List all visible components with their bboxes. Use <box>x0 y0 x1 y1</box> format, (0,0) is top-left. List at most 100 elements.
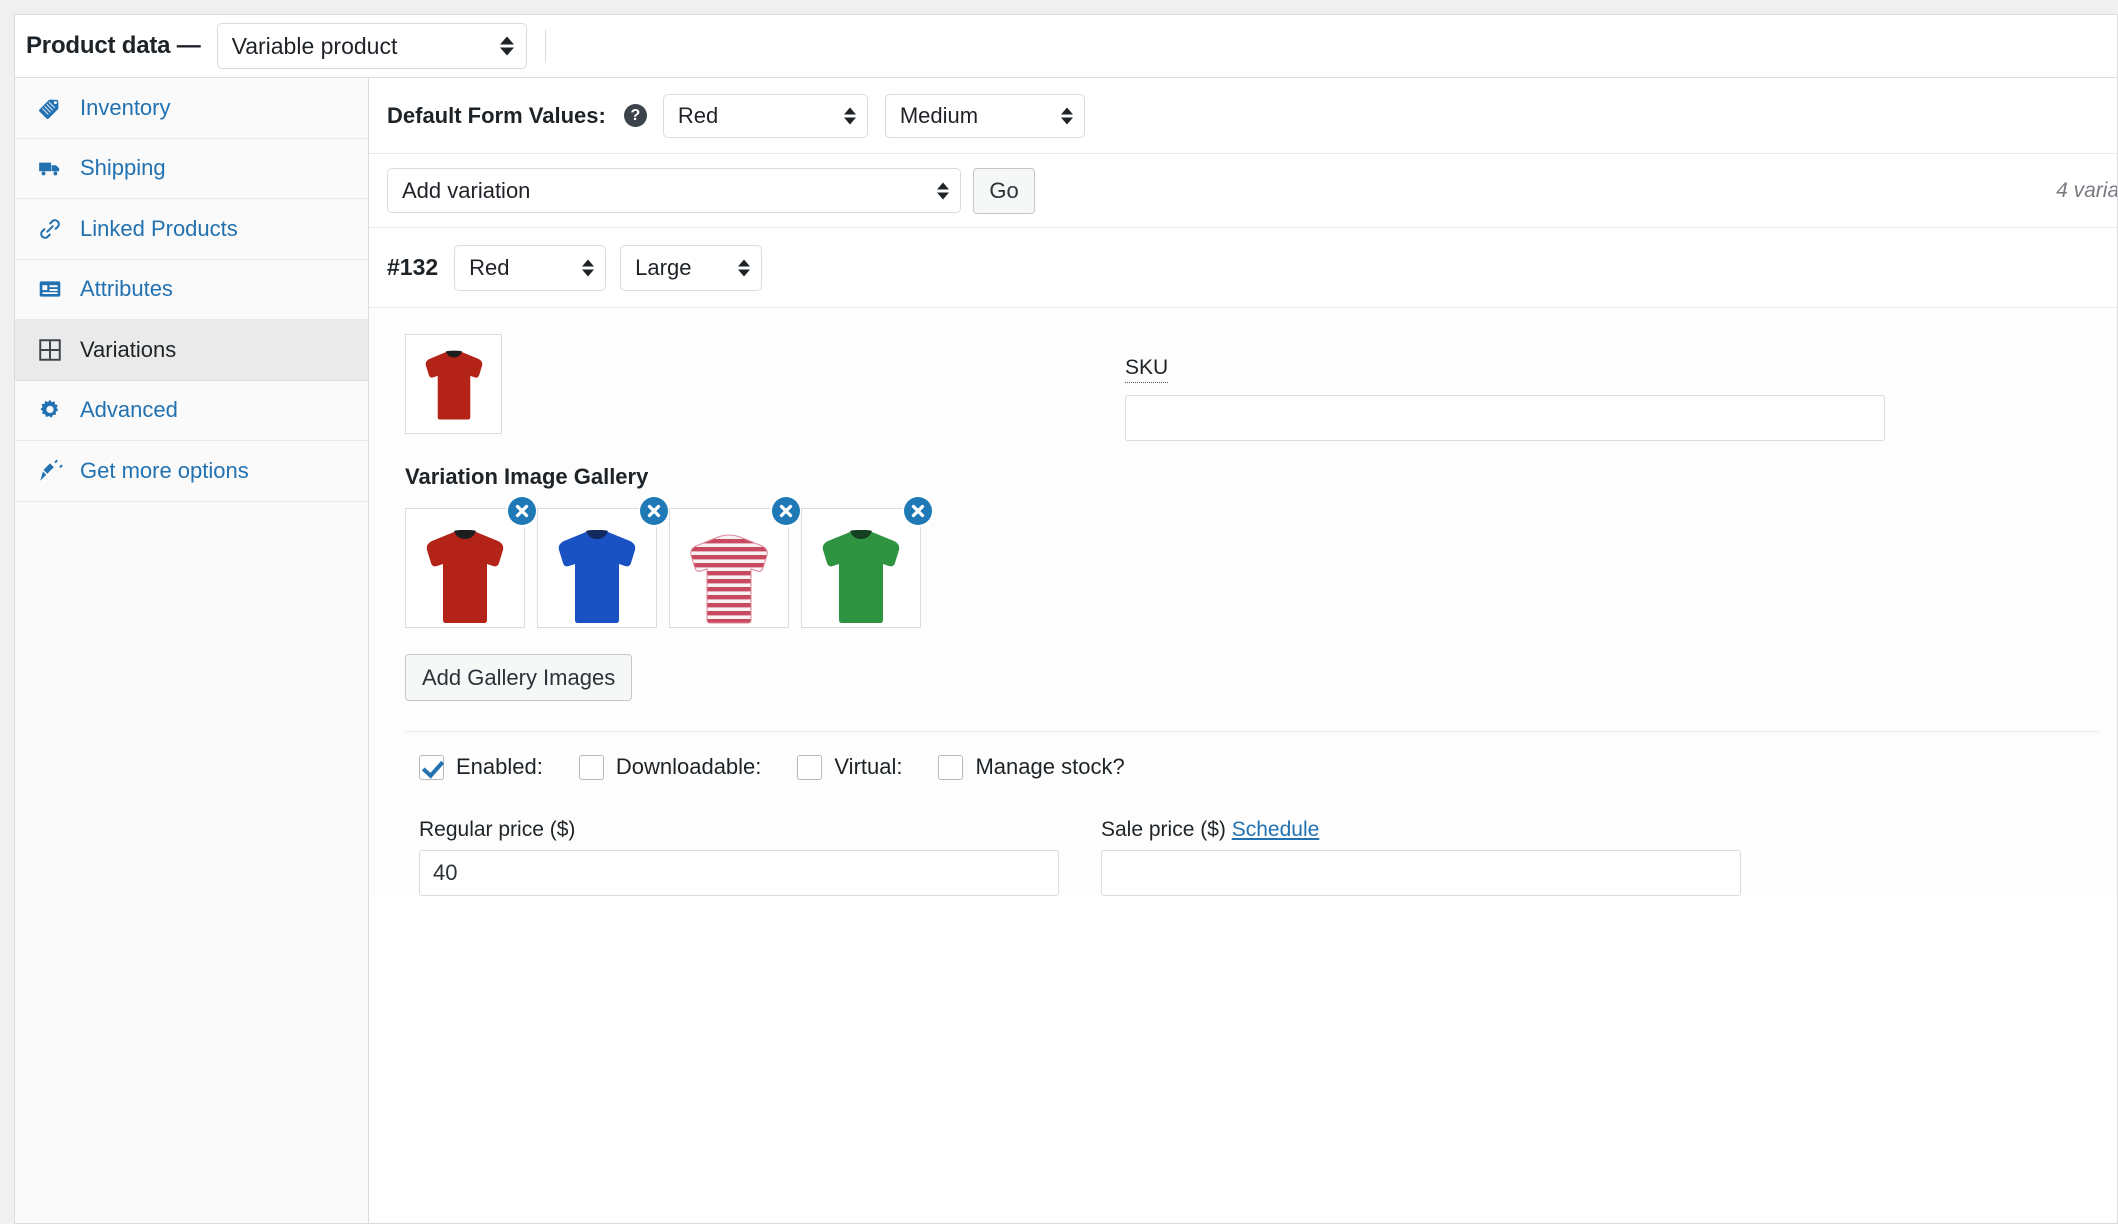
sidebar-item-advanced[interactable]: Advanced <box>15 381 368 441</box>
product-type-select[interactable]: Variable product <box>216 23 527 69</box>
chevron-updown-icon <box>738 259 751 276</box>
chevron-updown-icon <box>499 36 514 56</box>
downloadable-label: Downloadable: <box>615 754 762 779</box>
default-attribute-1-value: Red <box>677 102 719 128</box>
variation-image-gallery <box>405 497 1095 628</box>
manage-stock-checkbox-group: Manage stock? <box>938 754 1125 780</box>
variation-details: Variation Image Gallery Add Gallery Imag… <box>369 308 2117 896</box>
virtual-checkbox-group: Virtual: <box>797 754 902 780</box>
variation-header-row: #132 Red Large <box>369 228 2117 308</box>
sale-price-label-text: Sale price ($) <box>1101 818 1226 841</box>
truck-icon <box>37 155 63 181</box>
chevron-updown-icon <box>1060 107 1073 124</box>
sidebar-item-label: Inventory <box>80 94 171 120</box>
add-variation-value: Add variation <box>402 177 531 203</box>
variation-attribute-2-value: Large <box>635 254 692 280</box>
gallery-thumbnail-green-tshirt[interactable] <box>801 508 921 628</box>
striped-red-tshirt-icon <box>690 534 768 624</box>
remove-icon[interactable] <box>904 497 932 525</box>
link-icon <box>37 216 63 242</box>
variations-panel: Default Form Values: ? Red Medium Add va… <box>369 78 2117 1223</box>
blue-tshirt-icon <box>558 530 636 623</box>
gallery-thumbnail-red-tshirt[interactable] <box>405 508 525 628</box>
variation-left-column: Variation Image Gallery Add Gallery Imag… <box>405 334 1095 701</box>
enabled-checkbox-group: Enabled: <box>419 754 543 780</box>
add-variation-toolbar: Add variation Go 4 variation <box>369 154 2117 228</box>
gallery-thumbnail-blue-tshirt[interactable] <box>537 508 657 628</box>
sidebar-item-attributes[interactable]: Attributes <box>15 260 368 320</box>
green-tshirt-icon <box>822 530 900 623</box>
page-title: Product data — <box>26 32 201 59</box>
remove-icon[interactable] <box>772 497 800 525</box>
sidebar-item-shipping[interactable]: Shipping <box>15 139 368 199</box>
add-variation-select[interactable]: Add variation <box>387 168 961 213</box>
sale-price-input[interactable] <box>1101 850 1741 896</box>
sidebar-item-label: Get more options <box>80 457 249 483</box>
sidebar-item-get-more-options[interactable]: Get more options <box>15 441 368 502</box>
gear-icon <box>37 397 63 423</box>
header-divider <box>544 29 546 63</box>
chevron-updown-icon <box>582 259 595 276</box>
virtual-checkbox[interactable] <box>797 754 823 780</box>
remove-icon[interactable] <box>640 497 668 525</box>
add-gallery-images-button[interactable]: Add Gallery Images <box>405 654 633 701</box>
sale-price-field: Sale price ($) Schedule <box>1101 818 1741 896</box>
manage-stock-label: Manage stock? <box>975 754 1125 779</box>
chevron-updown-icon <box>937 182 949 199</box>
sidebar-item-label: Shipping <box>80 155 166 181</box>
tag-icon <box>37 95 63 121</box>
red-tshirt-icon <box>426 530 504 623</box>
variation-main-image[interactable] <box>405 334 502 434</box>
sidebar-item-linked-products[interactable]: Linked Products <box>15 199 368 260</box>
variation-id: #132 <box>387 254 439 280</box>
variation-flags-row: Enabled: Downloadable: Virtual: Manage s… <box>405 731 2099 800</box>
panel-body: Inventory Shipping Linked Products Attri… <box>15 78 2117 1223</box>
go-button[interactable]: Go <box>973 167 1035 214</box>
list-card-icon <box>37 276 63 302</box>
default-form-values-row: Default Form Values: ? Red Medium <box>369 78 2117 154</box>
panel-header: Product data — Variable product <box>15 15 2117 78</box>
enabled-checkbox[interactable] <box>419 754 444 780</box>
variation-right-column: SKU <box>1095 334 2099 701</box>
sidebar-item-label: Attributes <box>80 276 173 302</box>
product-type-value: Variable product <box>231 32 398 59</box>
default-form-values-label: Default Form Values: <box>387 102 606 128</box>
sidebar-item-inventory[interactable]: Inventory <box>15 78 368 139</box>
sku-label: SKU <box>1125 356 1169 383</box>
regular-price-field: Regular price ($) <box>419 818 1059 896</box>
enabled-label: Enabled: <box>456 754 543 779</box>
downloadable-checkbox[interactable] <box>578 754 604 780</box>
sidebar-item-variations[interactable]: Variations <box>15 320 368 381</box>
grid-icon <box>37 337 63 363</box>
price-fields-row: Regular price ($) Sale price ($) Schedul… <box>405 800 2099 896</box>
product-data-tabs: Inventory Shipping Linked Products Attri… <box>15 78 369 1223</box>
gallery-item <box>669 497 800 628</box>
sku-input[interactable] <box>1125 395 1885 441</box>
default-attribute-2-select[interactable]: Medium <box>884 93 1085 138</box>
plug-icon <box>37 458 63 484</box>
gallery-item <box>537 497 668 628</box>
gallery-thumbnail-striped-red-tshirt[interactable] <box>669 508 789 628</box>
help-icon[interactable]: ? <box>623 104 647 127</box>
manage-stock-checkbox[interactable] <box>938 754 964 780</box>
variation-attribute-1-select[interactable]: Red <box>454 244 607 291</box>
remove-icon[interactable] <box>508 497 536 525</box>
default-attribute-1-select[interactable]: Red <box>662 93 868 138</box>
variation-attribute-1-value: Red <box>469 254 510 280</box>
schedule-link[interactable]: Schedule <box>1232 818 1320 841</box>
sidebar-item-label: Linked Products <box>80 215 238 241</box>
virtual-label: Virtual: <box>834 754 903 779</box>
sidebar-item-label: Variations <box>80 336 177 362</box>
downloadable-checkbox-group: Downloadable: <box>578 754 762 780</box>
sidebar-item-label: Advanced <box>80 397 178 423</box>
red-tshirt-thumbnail-icon <box>425 350 482 420</box>
regular-price-label: Regular price ($) <box>419 818 576 841</box>
gallery-item <box>405 497 536 628</box>
default-attribute-2-value: Medium <box>899 102 979 128</box>
sale-price-label: Sale price ($) Schedule <box>1101 818 1741 842</box>
variations-count: 4 variation <box>2056 178 2118 202</box>
variation-attribute-2-select[interactable]: Large <box>620 244 763 291</box>
regular-price-input[interactable] <box>419 850 1059 896</box>
sku-field: SKU <box>1125 334 2099 441</box>
product-data-panel: Product data — Variable product Inventor… <box>14 14 2118 1224</box>
